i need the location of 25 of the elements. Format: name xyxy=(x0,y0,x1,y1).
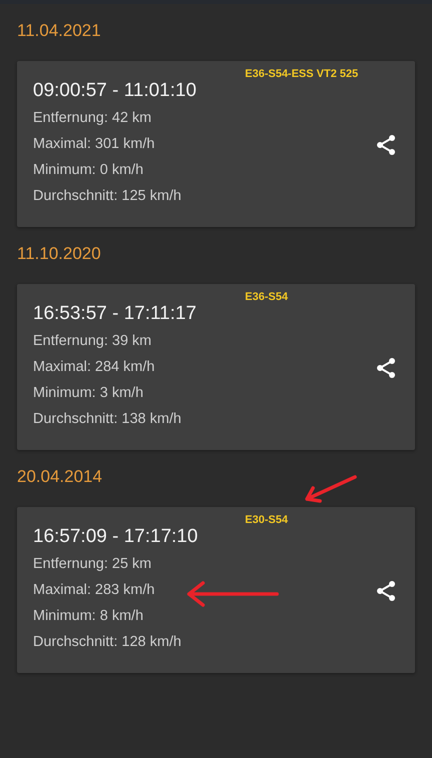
stat-line: Minimum: 0 km/h xyxy=(33,162,144,179)
stat-line: Maximal: 283 km/h xyxy=(33,582,155,599)
stat-line: Maximal: 301 km/h xyxy=(33,136,155,153)
vehicle-tag: E36-S54-ESS VT2 525 xyxy=(245,68,358,81)
stat-line: Durchschnitt: 138 km/h xyxy=(33,411,182,428)
date-heading: 11.04.2021 xyxy=(17,21,102,41)
stat-line: Entfernung: 42 km xyxy=(33,110,152,127)
stat-line: Durchschnitt: 128 km/h xyxy=(33,634,182,651)
stat-line: Maximal: 284 km/h xyxy=(33,359,155,376)
stat-line: Durchschnitt: 125 km/h xyxy=(33,188,182,205)
arrow-annotation xyxy=(305,475,357,503)
time-range: 16:57:09 - 17:17:10 xyxy=(33,526,199,548)
date-heading: 20.04.2014 xyxy=(17,467,104,487)
time-range: 09:00:57 - 11:01:10 xyxy=(33,80,198,102)
date-heading: 11.10.2020 xyxy=(17,244,102,264)
share-icon[interactable] xyxy=(375,133,397,155)
share-icon[interactable] xyxy=(375,579,397,601)
time-range: 16:53:57 - 17:11:17 xyxy=(33,303,198,325)
stat-line: Minimum: 3 km/h xyxy=(33,385,144,402)
vehicle-tag: E30-S54 xyxy=(245,514,288,527)
stat-line: Minimum: 8 km/h xyxy=(33,608,144,625)
stat-line: Entfernung: 25 km xyxy=(33,556,152,573)
stat-line: Entfernung: 39 km xyxy=(33,333,152,350)
vehicle-tag: E36-S54 xyxy=(245,291,288,304)
share-icon[interactable] xyxy=(375,356,397,378)
